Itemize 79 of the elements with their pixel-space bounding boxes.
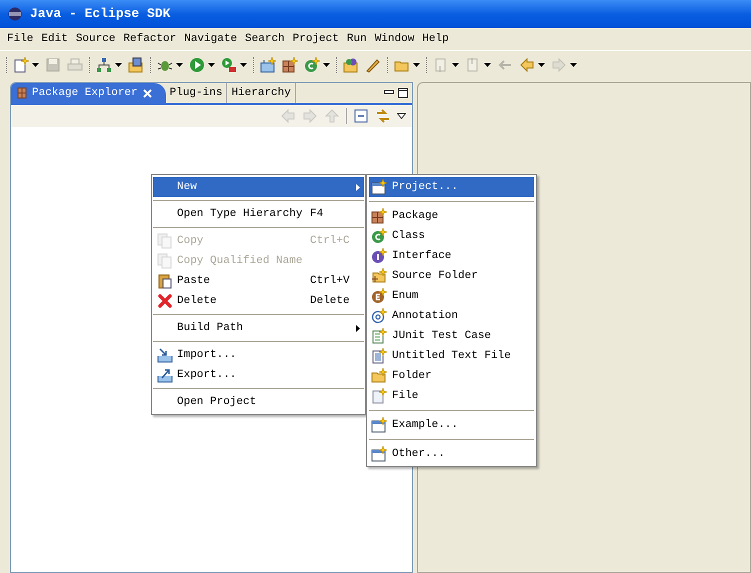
dropdown-caret-icon[interactable] <box>208 62 215 66</box>
enum-icon <box>371 288 387 304</box>
package-icon <box>371 208 387 224</box>
new-project-icon <box>371 179 387 195</box>
dropdown-caret-icon[interactable] <box>32 62 39 66</box>
new-project-icon <box>371 417 387 433</box>
file-icon <box>371 388 387 404</box>
at-sign-icon <box>371 308 387 324</box>
menu-item[interactable]: Source Folder <box>369 266 534 286</box>
new-file-icon[interactable] <box>13 56 29 72</box>
menu-item[interactable]: Class <box>369 226 534 246</box>
menu-item[interactable]: New <box>153 177 364 197</box>
menu-item[interactable]: Annotation <box>369 306 534 326</box>
submenu-arrow-icon <box>356 324 360 332</box>
eclipse-logo-icon <box>8 7 22 21</box>
menu-item[interactable]: Untitled Text File <box>369 346 534 366</box>
menu-item[interactable]: Source <box>72 30 118 48</box>
external-tools-icon[interactable] <box>221 56 237 72</box>
menu-item[interactable]: Project <box>290 30 342 48</box>
menu-item[interactable]: Run <box>344 30 370 48</box>
open-folder-icon[interactable] <box>343 56 359 72</box>
menu-item[interactable]: Open Type Hierarchy F4 <box>153 204 364 224</box>
new-project-icon <box>371 446 387 462</box>
menu-item[interactable]: Project... <box>369 177 534 197</box>
window-title: Java - Eclipse SDK <box>30 5 170 24</box>
link-editor-icon[interactable] <box>375 108 391 124</box>
menu-item[interactable]: Paste Ctrl+V <box>153 271 364 291</box>
menu-item[interactable]: File <box>369 386 534 406</box>
class-icon <box>371 228 387 244</box>
dropdown-caret-icon[interactable] <box>240 62 247 66</box>
menu-item[interactable]: Interface <box>369 246 534 266</box>
hierarchy-icon[interactable] <box>96 56 112 72</box>
menu-item[interactable]: Import... <box>153 345 364 365</box>
menu-item[interactable]: Example... <box>369 415 534 435</box>
delete-icon <box>157 293 173 309</box>
open-type-icon[interactable] <box>128 56 144 72</box>
submenu-arrow-icon <box>356 184 360 190</box>
menu-item[interactable]: Export... <box>153 365 364 385</box>
collapse-all-icon[interactable] <box>353 108 369 124</box>
menu-item[interactable]: JUnit Test Case <box>369 326 534 346</box>
dropdown-caret-icon[interactable] <box>115 62 122 66</box>
interface-icon <box>371 248 387 264</box>
menu-item[interactable]: File <box>4 30 36 48</box>
menu-item[interactable]: Refactor <box>120 30 180 48</box>
package-icon <box>17 87 27 99</box>
menu-item[interactable]: Window <box>372 30 418 48</box>
menu-item[interactable]: Build Path <box>153 318 364 338</box>
menu-item[interactable]: Open Project <box>153 392 364 412</box>
menu-item[interactable]: Navigate <box>181 30 240 48</box>
import-icon <box>157 347 173 363</box>
copy-icon <box>157 233 173 249</box>
menu-item[interactable]: Other... <box>369 444 534 464</box>
source-folder-icon <box>371 268 387 284</box>
view-tab[interactable]: Package Explorer <box>11 83 166 103</box>
dropdown-caret-icon[interactable] <box>323 62 330 66</box>
clipboard-icon <box>157 273 173 289</box>
menu-item[interactable]: Edit <box>38 30 71 48</box>
menu-item[interactable]: Package <box>369 206 534 226</box>
package-icon[interactable] <box>282 56 298 72</box>
pen-icon[interactable] <box>365 56 381 72</box>
copy-icon <box>157 253 173 269</box>
folder-icon <box>371 368 387 384</box>
test-file-icon <box>371 328 387 344</box>
close-icon[interactable] <box>142 88 152 98</box>
new-java-project-icon[interactable] <box>260 56 276 72</box>
menu-item[interactable]: Folder <box>369 366 534 386</box>
class-icon[interactable] <box>304 56 320 72</box>
dropdown-caret-icon[interactable] <box>176 62 183 66</box>
text-file-icon <box>371 348 387 364</box>
menu-item[interactable]: Search <box>242 30 288 48</box>
view-menu-icon[interactable] <box>397 113 406 119</box>
menu-item[interactable]: Help <box>419 30 452 48</box>
run-icon[interactable] <box>189 56 205 72</box>
dropdown-caret-icon[interactable] <box>413 62 420 66</box>
maximize-icon[interactable] <box>398 88 408 98</box>
menu-item[interactable]: Delete Delete <box>153 291 364 311</box>
menu-item[interactable]: Enum <box>369 286 534 306</box>
export-icon <box>157 367 173 383</box>
dropdown-caret-icon[interactable] <box>538 62 545 66</box>
